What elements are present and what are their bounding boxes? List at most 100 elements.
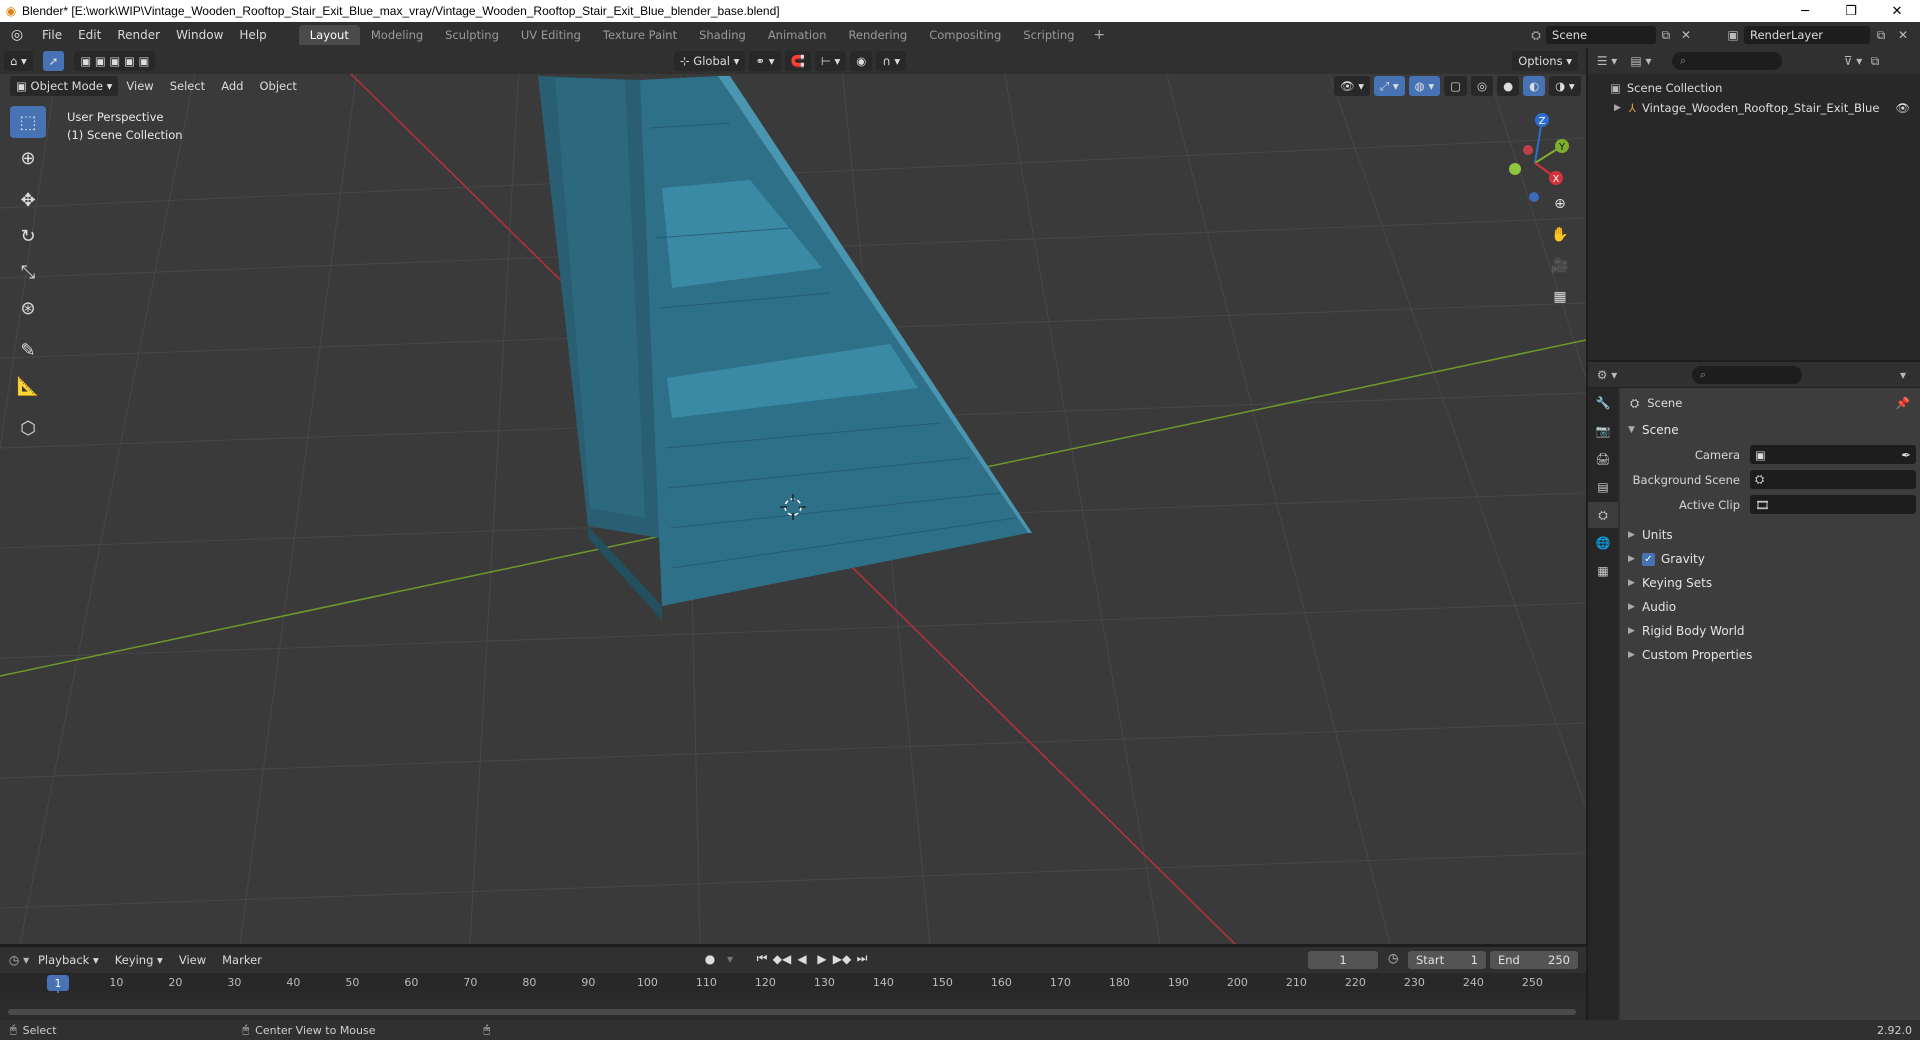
menu-add[interactable]: Add [213, 79, 251, 93]
menu-playback[interactable]: Playback ▾ [30, 953, 107, 967]
visibility-eye-icon[interactable]: 👁 [1895, 101, 1910, 115]
expand-arrow-icon[interactable]: ▶ [1614, 103, 1621, 113]
properties-options-icon[interactable]: ▾ [1892, 366, 1914, 384]
gizmo-neg-z-icon[interactable] [1529, 192, 1539, 202]
outliner-editor-type-icon[interactable]: ☰ ▾ [1596, 52, 1618, 70]
audio-panel-header[interactable]: ▶ Audio [1620, 595, 1920, 619]
start-frame-field[interactable]: Start 1 [1408, 951, 1486, 969]
menu-object[interactable]: Object [251, 79, 304, 93]
pan-hand-icon[interactable]: ✋ [1546, 221, 1574, 249]
blender-menu-icon[interactable]: ◎ [0, 27, 34, 43]
current-frame-field[interactable]: 1 [1308, 951, 1378, 969]
shading-rendered-icon[interactable]: ◑ ▾ [1549, 76, 1581, 96]
new-collection-icon[interactable]: ⧉ [1864, 52, 1886, 70]
options-dropdown[interactable]: Options ▾ [1512, 51, 1578, 71]
tab-texture-paint[interactable]: Texture Paint [592, 25, 688, 45]
proportional-edit-toggle[interactable]: ◉ [850, 51, 873, 71]
perspective-toggle-icon[interactable]: ▦ [1546, 283, 1574, 311]
tab-scripting[interactable]: Scripting [1012, 25, 1085, 45]
shading-material-icon[interactable]: ◐ [1523, 76, 1546, 96]
tab-compositing[interactable]: Compositing [918, 25, 1012, 45]
menu-file[interactable]: File [34, 28, 70, 42]
scale-icon[interactable]: ⤡ [10, 256, 46, 288]
tool-tab-icon[interactable]: 🔧 [1588, 390, 1618, 416]
gizmo-neg-x-icon[interactable] [1523, 145, 1533, 155]
timeline-ruler[interactable]: 1 10 20 30 40 50 60 70 80 90 100 110 120 130 140 150 160… [0, 973, 1586, 1019]
jump-next-keyframe-icon[interactable]: ▶◆ [832, 952, 852, 966]
proportional-falloff-dropdown[interactable]: ∩ ▾ [876, 51, 907, 71]
play-reverse-icon[interactable]: ◀ [792, 952, 812, 966]
menu-edit[interactable]: Edit [70, 28, 109, 42]
outliner-item-row[interactable]: ▶ ⅄ Vintage_Wooden_Rooftop_Stair_Exit_Bl… [1588, 98, 1920, 118]
shading-wireframe-icon[interactable]: ◎ [1471, 76, 1494, 96]
transform-orientation-dropdown[interactable]: ⊹ Global ▾ [674, 51, 746, 71]
snap-target-dropdown[interactable]: ⊢ ▾ [814, 51, 847, 71]
shading-solid-icon[interactable]: ● [1497, 76, 1520, 96]
active-clip-field[interactable]: 🎞 [1750, 495, 1916, 514]
filter-icon[interactable]: ⊽ ▾ [1842, 52, 1864, 70]
scene-icon[interactable]: ⛭ [1526, 26, 1546, 44]
background-scene-field[interactable]: ⛭ [1750, 470, 1916, 489]
menu-view[interactable]: View [118, 79, 161, 93]
editor-type-button[interactable]: ⌂ ▾ [4, 51, 33, 71]
custom-properties-panel-header[interactable]: ▶ Custom Properties [1620, 643, 1920, 667]
view-layer-field[interactable]: RenderLayer [1744, 26, 1870, 44]
world-tab-icon[interactable]: 🌐 [1588, 530, 1618, 556]
tab-sculpting[interactable]: Sculpting [434, 25, 510, 45]
visibility-dropdown[interactable]: 👁 ▾ [1334, 76, 1371, 96]
overlays-toggle[interactable]: ◍ ▾ [1408, 76, 1441, 96]
properties-editor-type-icon[interactable]: ⚙ ▾ [1596, 366, 1618, 384]
menu-marker[interactable]: Marker [214, 953, 270, 967]
jump-prev-keyframe-icon[interactable]: ◆◀ [772, 952, 792, 966]
scene-name-field[interactable]: Scene [1546, 26, 1656, 44]
gizmo-neg-y-icon[interactable] [1509, 163, 1521, 175]
menu-window[interactable]: Window [168, 28, 231, 42]
cursor-icon[interactable]: ⊕ [10, 142, 46, 174]
restore-icon[interactable]: ❐ [1828, 0, 1874, 22]
add-workspace-icon[interactable]: + [1085, 27, 1113, 43]
rigid-body-world-panel-header[interactable]: ▶ Rigid Body World [1620, 619, 1920, 643]
move-icon[interactable]: ✥ [10, 184, 46, 216]
jump-start-icon[interactable]: ⏮ [752, 951, 772, 966]
menu-help[interactable]: Help [231, 28, 274, 42]
render-tab-icon[interactable]: 📷 [1588, 418, 1618, 444]
gravity-panel-header[interactable]: ▶ ✓ Gravity [1620, 547, 1920, 571]
delete-scene-icon[interactable]: ✕ [1676, 26, 1696, 44]
gizmo-toggle[interactable]: ⤢ ▾ [1374, 76, 1405, 96]
scene-tab-icon[interactable]: ⛭ [1588, 502, 1618, 528]
tab-shading[interactable]: Shading [688, 25, 757, 45]
minimize-icon[interactable]: ─ [1782, 0, 1828, 22]
end-frame-field[interactable]: End 250 [1490, 951, 1578, 969]
tab-rendering[interactable]: Rendering [837, 25, 918, 45]
record-options-icon[interactable]: ▾ [720, 952, 740, 966]
3d-cursor-icon[interactable] [780, 494, 806, 520]
texture-tab-icon[interactable]: ▦ [1588, 558, 1618, 584]
close-icon[interactable]: ✕ [1874, 0, 1920, 22]
view-layer-tab-icon[interactable]: ▤ [1588, 474, 1618, 500]
outliner-search-input[interactable]: ⌕ [1672, 52, 1782, 70]
3d-viewport[interactable]: ⌂ ▾ ➚ ▣ ▣ ▣ ▣ ▣ ⊹ Global ▾ ⚭ ▾ 🧲 ⊢ ▾ ◉ ∩… [0, 48, 1586, 944]
tab-uv-editing[interactable]: UV Editing [510, 25, 592, 45]
select-tool-icon[interactable]: ➚ [42, 51, 65, 71]
output-tab-icon[interactable]: 🖨 [1588, 446, 1618, 472]
measure-icon[interactable]: 📐 [10, 370, 46, 402]
menu-timeline-view[interactable]: View [171, 953, 214, 967]
play-icon[interactable]: ▶ [812, 952, 832, 966]
outliner-root-row[interactable]: ▣ Scene Collection [1588, 78, 1920, 98]
zoom-icon[interactable]: ⊕ [1546, 190, 1574, 218]
tab-animation[interactable]: Animation [757, 25, 838, 45]
camera-view-icon[interactable]: 🎥 [1546, 252, 1574, 280]
delete-view-layer-icon[interactable]: ✕ [1892, 26, 1914, 44]
select-box-icon[interactable]: ⬚ [10, 106, 46, 138]
annotate-icon[interactable]: ✎ [10, 334, 46, 366]
current-frame-badge[interactable]: 1 [47, 975, 69, 991]
new-view-layer-icon[interactable]: ⧉ [1870, 26, 1892, 44]
transform-icon[interactable]: ⊛ [10, 292, 46, 324]
tab-modeling[interactable]: Modeling [360, 25, 434, 45]
timeline-scrollbar[interactable] [8, 1009, 1576, 1015]
rotate-icon[interactable]: ↻ [10, 220, 46, 252]
pivot-point-dropdown[interactable]: ⚭ ▾ [749, 51, 781, 71]
jump-end-icon[interactable]: ⏭ [852, 951, 872, 966]
snap-toggle[interactable]: 🧲 [784, 51, 811, 71]
object-mode-dropdown[interactable]: ▣ Object Mode ▾ [10, 76, 119, 96]
